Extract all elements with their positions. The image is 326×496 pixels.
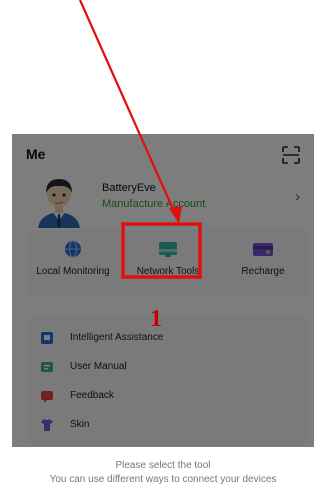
- sheet-subtitle: You can use different ways to connect yo…: [49, 474, 277, 485]
- phone-screen: Me BatteryEve Manufacture Account › Loca…: [12, 134, 314, 496]
- menu-card: Intelligent Assistance User Manual Feedb…: [26, 316, 310, 446]
- blank-top-area: [0, 0, 326, 134]
- sheet-title: Please select the tool: [115, 460, 211, 471]
- assistant-icon: [41, 332, 53, 344]
- tool-local-monitoring[interactable]: Local Monitoring: [28, 240, 118, 290]
- menu-item-label: Intelligent Assistance: [70, 332, 164, 343]
- tool-label: Recharge: [241, 266, 285, 277]
- manual-icon: [41, 362, 53, 372]
- recharge-icon: [253, 243, 273, 256]
- network-tools-icon: [159, 242, 177, 257]
- page-header: Me: [26, 144, 304, 168]
- annotation-step-number: 1: [150, 306, 162, 332]
- tool-label: Network Tools: [136, 266, 200, 277]
- tool-label: Local Monitoring: [36, 266, 110, 277]
- tools-card: Local Monitoring Network Tools Recharge: [26, 230, 310, 296]
- profile-name: BatteryEve: [102, 182, 156, 194]
- menu-item-skin[interactable]: Skin: [40, 415, 300, 437]
- avatar: [38, 179, 80, 228]
- globe-icon: [65, 240, 81, 258]
- skin-icon: [41, 419, 53, 431]
- menu-item-feedback[interactable]: Feedback: [40, 386, 300, 408]
- chevron-right-icon: ›: [295, 188, 300, 204]
- tool-network-tools[interactable]: Network Tools: [123, 240, 213, 290]
- tool-select-sheet: Please select the tool You can use diffe…: [0, 447, 326, 496]
- page-title: Me: [26, 146, 46, 162]
- menu-item-user-manual[interactable]: User Manual: [40, 357, 300, 379]
- profile-row[interactable]: BatteryEve Manufacture Account ›: [26, 174, 304, 228]
- account-type: Manufacture Account: [102, 198, 206, 210]
- tool-recharge[interactable]: Recharge: [218, 240, 308, 290]
- menu-item-intelligent-assistance[interactable]: Intelligent Assistance: [40, 328, 300, 350]
- feedback-icon: [41, 391, 53, 403]
- scan-icon[interactable]: [282, 146, 300, 164]
- menu-item-label: Feedback: [70, 390, 114, 401]
- menu-item-label: Skin: [70, 419, 90, 430]
- menu-item-label: User Manual: [70, 361, 127, 372]
